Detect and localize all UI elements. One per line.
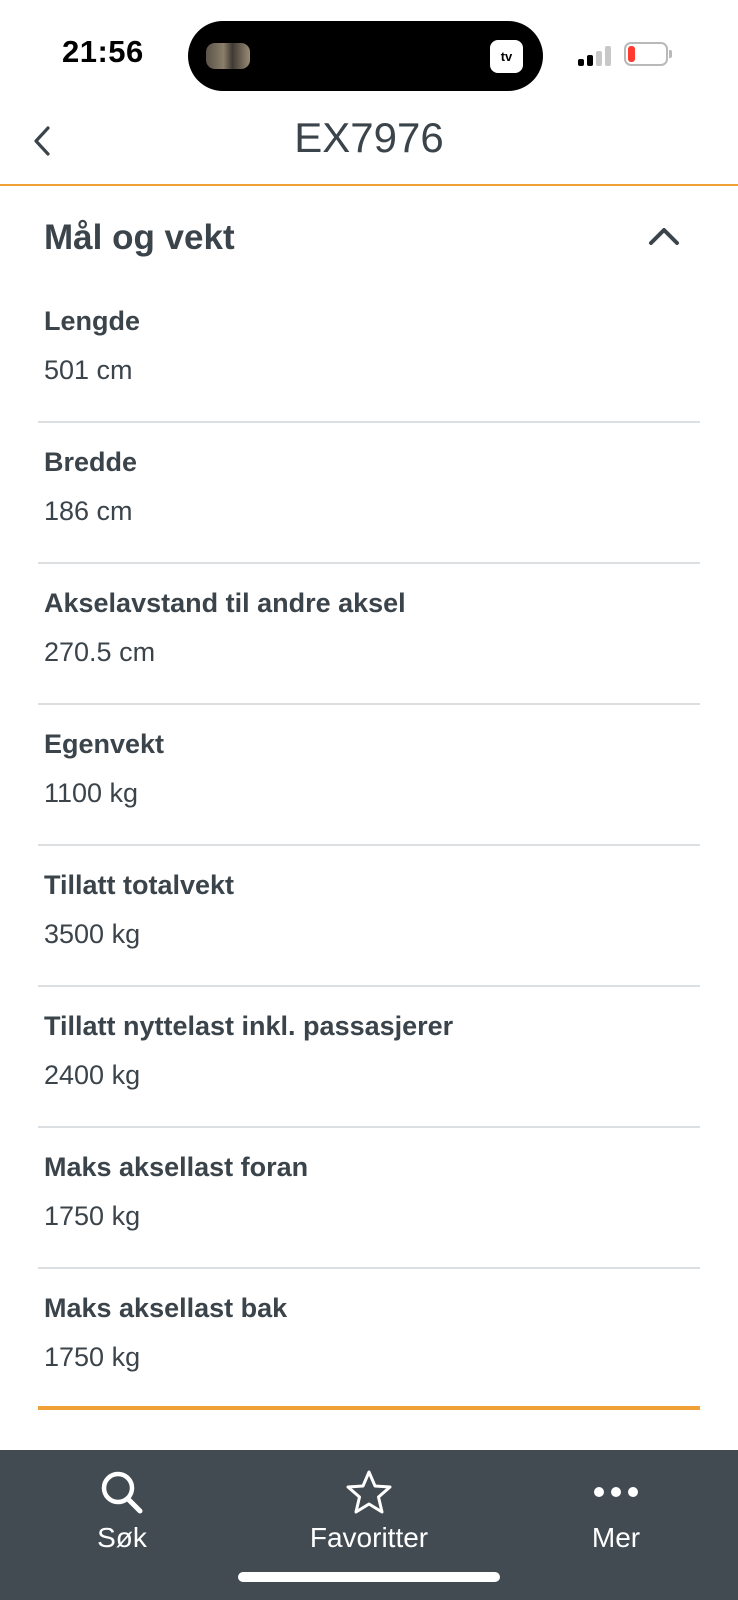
spec-value: 2400 kg — [44, 1060, 141, 1090]
spec-label: Tillatt totalvekt — [44, 870, 235, 900]
dynamic-island[interactable]: tv — [188, 21, 543, 91]
spec-row-egenvekt: Egenvekt 1100 kg — [38, 705, 700, 846]
nav-header: EX7976 — [0, 100, 738, 186]
status-bar: 21:56 tv — [0, 0, 738, 100]
battery-icon — [624, 42, 672, 66]
cellular-signal-icon — [578, 44, 614, 66]
spec-value: 501 cm — [44, 355, 133, 385]
spec-label: Maks aksellast foran — [44, 1152, 309, 1182]
spec-value: 270.5 cm — [44, 637, 156, 667]
spec-row-bredde: Bredde 186 cm — [38, 423, 700, 564]
spec-label: Tillatt nyttelast inkl. passasjerer — [44, 1011, 454, 1041]
page-title: EX7976 — [294, 114, 444, 161]
spec-row-lengde: Lengde 501 cm — [38, 282, 700, 423]
spec-row-tillatt-nyttelast: Tillatt nyttelast inkl. passasjerer 2400… — [38, 987, 700, 1128]
now-playing-thumbnail — [206, 43, 250, 69]
spec-value: 186 cm — [44, 496, 133, 526]
spec-row-akselavstand: Akselavstand til andre aksel 270.5 cm — [38, 564, 700, 705]
tab-label: Favoritter — [309, 1522, 429, 1553]
section-title: Mål og vekt — [44, 218, 235, 257]
spec-label: Akselavstand til andre aksel — [44, 588, 406, 618]
apple-tv-icon: tv — [490, 40, 523, 73]
home-indicator[interactable] — [238, 1572, 500, 1582]
spec-label: Bredde — [44, 447, 138, 477]
chevron-up-icon — [649, 228, 679, 245]
status-time: 21:56 — [62, 34, 144, 69]
tab-label: Mer — [591, 1522, 641, 1553]
apple-tv-label: tv — [500, 49, 513, 64]
spec-row-tillatt-totalvekt: Tillatt totalvekt 3500 kg — [38, 846, 700, 987]
more-icon — [594, 1487, 638, 1497]
spec-label: Lengde — [44, 306, 141, 336]
tab-label: Søk — [97, 1522, 147, 1553]
tab-favoritter[interactable]: Favoritter — [269, 1468, 469, 1568]
spec-label: Maks aksellast bak — [44, 1293, 288, 1323]
star-icon — [346, 1470, 392, 1514]
collapse-button[interactable] — [640, 216, 688, 256]
spec-value: 1750 kg — [44, 1342, 141, 1372]
tab-sok[interactable]: Søk — [22, 1468, 222, 1568]
spec-row-maks-aksellast-bak: Maks aksellast bak 1750 kg — [38, 1269, 700, 1410]
spec-value: 1750 kg — [44, 1201, 141, 1231]
search-icon — [101, 1471, 143, 1514]
spec-label: Egenvekt — [44, 729, 165, 759]
spec-row-maks-aksellast-foran: Maks aksellast foran 1750 kg — [38, 1128, 700, 1269]
spec-list: Lengde 501 cm Bredde 186 cm Akselavstand… — [38, 282, 700, 1410]
spec-value: 1100 kg — [44, 778, 139, 808]
tab-mer[interactable]: Mer — [516, 1468, 716, 1568]
section-header-maal-og-vekt[interactable]: Mål og vekt — [0, 186, 738, 282]
spec-value: 3500 kg — [44, 919, 141, 949]
